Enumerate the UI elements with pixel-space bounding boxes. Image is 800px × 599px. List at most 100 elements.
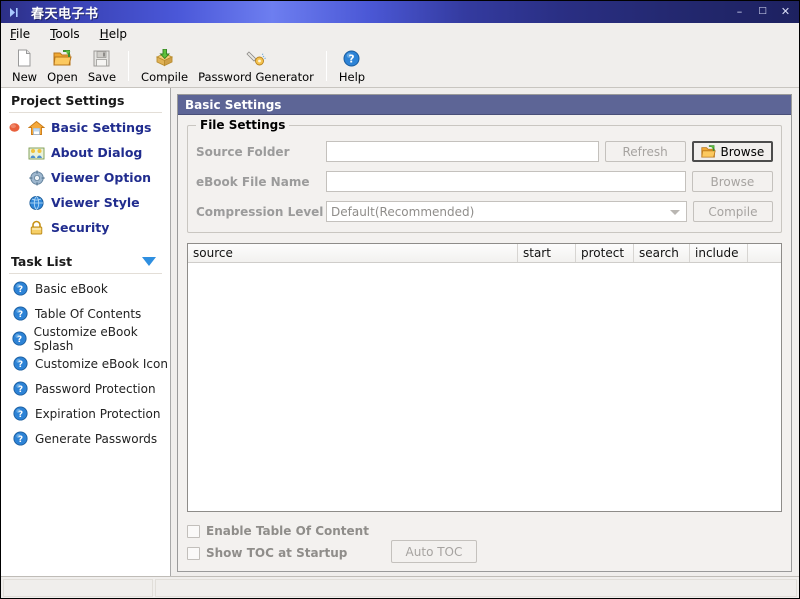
sidebar: Project Settings Basic Settings: [1, 88, 171, 576]
new-document-icon: [14, 48, 36, 68]
status-pane-2: [155, 579, 797, 597]
sidebar-task-customize-ebook-icon-label: Customize eBook Icon: [35, 357, 168, 371]
toolbar-compile-label: Compile: [141, 70, 188, 84]
compression-level-row: Compression Level Default(Recommended) C…: [196, 199, 773, 224]
close-button[interactable]: ✕: [776, 3, 795, 20]
browse-source-folder-button[interactable]: Browse: [692, 141, 773, 162]
sidebar-item-security[interactable]: Security: [1, 215, 170, 240]
sidebar-task-generate-passwords[interactable]: ? Generate Passwords: [1, 426, 170, 451]
show-toc-startup-row[interactable]: Show TOC at Startup: [187, 544, 369, 562]
auto-toc-button[interactable]: Auto TOC: [391, 540, 477, 563]
ebook-file-name-label: eBook File Name: [196, 175, 326, 189]
column-header-protect[interactable]: protect: [576, 244, 634, 262]
open-folder-icon: [51, 48, 73, 68]
toc-options-area: Enable Table Of Content Show TOC at Star…: [187, 520, 782, 563]
task-list-title: Task List: [11, 254, 142, 269]
sidebar-item-basic-settings-label: Basic Settings: [51, 120, 151, 135]
help-question-icon: ?: [11, 305, 29, 323]
sidebar-task-customize-ebook-splash-label: Customize eBook Splash: [34, 325, 170, 353]
column-header-start[interactable]: start: [518, 244, 576, 262]
sidebar-task-generate-passwords-label: Generate Passwords: [35, 432, 157, 446]
svg-text:?: ?: [17, 335, 22, 345]
sidebar-item-viewer-style-label: Viewer Style: [51, 195, 140, 210]
lock-icon: [27, 219, 45, 237]
globe-icon: [27, 194, 45, 212]
compression-level-select[interactable]: Default(Recommended): [326, 201, 687, 222]
help-question-icon: ?: [341, 48, 363, 68]
sidebar-task-basic-ebook[interactable]: ? Basic eBook: [1, 276, 170, 301]
browse-ebook-file-button[interactable]: Browse: [692, 171, 773, 192]
show-toc-startup-checkbox[interactable]: [187, 547, 200, 560]
task-list-rule: [9, 273, 162, 274]
toolbar-new-button[interactable]: New: [7, 45, 42, 87]
column-header-search[interactable]: search: [634, 244, 690, 262]
sidebar-task-password-protection[interactable]: ? Password Protection: [1, 376, 170, 401]
sidebar-item-viewer-style[interactable]: Viewer Style: [1, 190, 170, 215]
sidebar-section-project-settings-header: Project Settings: [1, 88, 170, 112]
source-folder-input[interactable]: [326, 141, 599, 162]
sidebar-item-security-label: Security: [51, 220, 109, 235]
sidebar-item-basic-settings[interactable]: Basic Settings: [1, 115, 170, 140]
svg-text:?: ?: [17, 385, 22, 395]
toc-checkbox-column: Enable Table Of Content Show TOC at Star…: [187, 522, 369, 562]
source-list-body[interactable]: [188, 263, 781, 511]
svg-text:?: ?: [17, 410, 22, 420]
toolbar-open-button[interactable]: Open: [42, 45, 83, 87]
auto-toc-wrap: Auto TOC: [391, 540, 477, 563]
chevron-down-icon: [670, 210, 680, 215]
help-question-icon: ?: [11, 380, 29, 398]
source-folder-label: Source Folder: [196, 145, 326, 159]
sidebar-task-password-protection-label: Password Protection: [35, 382, 156, 396]
panel-title: Basic Settings: [178, 95, 791, 115]
toolbar-compile-button[interactable]: Compile: [136, 45, 193, 87]
menu-help[interactable]: Help: [98, 26, 129, 42]
enable-toc-row[interactable]: Enable Table Of Content: [187, 522, 369, 540]
refresh-button[interactable]: Refresh: [605, 141, 686, 162]
project-settings-rule: [9, 112, 162, 113]
floppy-disk-icon: [91, 48, 113, 68]
toolbar-password-generator-button[interactable]: Password Generator: [193, 45, 319, 87]
minimize-button[interactable]: –: [730, 3, 749, 20]
sidebar-task-table-of-contents-label: Table Of Contents: [35, 307, 141, 321]
svg-text:?: ?: [17, 285, 22, 295]
toolbar-password-generator-label: Password Generator: [198, 70, 314, 84]
window-title: 春天电子书: [31, 3, 99, 22]
menu-file-label-rest: ile: [16, 27, 30, 41]
application-window: 春天电子书 – □ ✕ File Tools Help New: [0, 0, 800, 599]
sidebar-task-expiration-protection-label: Expiration Protection: [35, 407, 160, 421]
help-question-icon: ?: [11, 405, 29, 423]
sidebar-item-viewer-option[interactable]: Viewer Option: [1, 165, 170, 190]
sidebar-task-customize-ebook-icon[interactable]: ? Customize eBook Icon: [1, 351, 170, 376]
enable-toc-checkbox[interactable]: [187, 525, 200, 538]
column-header-source[interactable]: source: [188, 244, 518, 262]
file-settings-legend: File Settings: [196, 118, 289, 132]
svg-text:?: ?: [17, 435, 22, 445]
open-folder-icon: [701, 144, 717, 159]
toolbar: New Open Save: [1, 44, 799, 88]
enable-toc-label: Enable Table Of Content: [206, 524, 369, 538]
menu-file[interactable]: File: [8, 26, 32, 42]
file-settings-group: File Settings Source Folder Refresh: [187, 125, 782, 233]
menu-tools-label-rest: ools: [55, 27, 79, 41]
ebook-file-name-input[interactable]: [326, 171, 686, 192]
triangle-down-icon[interactable]: [142, 257, 156, 266]
toolbar-help-button[interactable]: ? Help: [334, 45, 370, 87]
sidebar-task-table-of-contents[interactable]: ? Table Of Contents: [1, 301, 170, 326]
help-question-icon: ?: [11, 355, 29, 373]
sidebar-item-about-dialog[interactable]: About Dialog: [1, 140, 170, 165]
menu-tools[interactable]: Tools: [48, 26, 82, 42]
compile-package-icon: [154, 48, 176, 68]
toolbar-save-button[interactable]: Save: [83, 45, 121, 87]
source-list-view[interactable]: source start protect search include: [187, 243, 782, 512]
svg-text:?: ?: [17, 310, 22, 320]
compile-button[interactable]: Compile: [693, 201, 773, 222]
project-settings-title: Project Settings: [11, 93, 160, 108]
status-bar: [1, 576, 799, 598]
svg-text:?: ?: [17, 360, 22, 370]
sidebar-section-task-list-header: Task List: [1, 249, 170, 273]
sidebar-task-customize-ebook-splash[interactable]: ? Customize eBook Splash: [1, 326, 170, 351]
app-icon: [7, 4, 23, 20]
sidebar-task-expiration-protection[interactable]: ? Expiration Protection: [1, 401, 170, 426]
maximize-button[interactable]: □: [753, 3, 772, 20]
column-header-include[interactable]: include: [690, 244, 748, 262]
